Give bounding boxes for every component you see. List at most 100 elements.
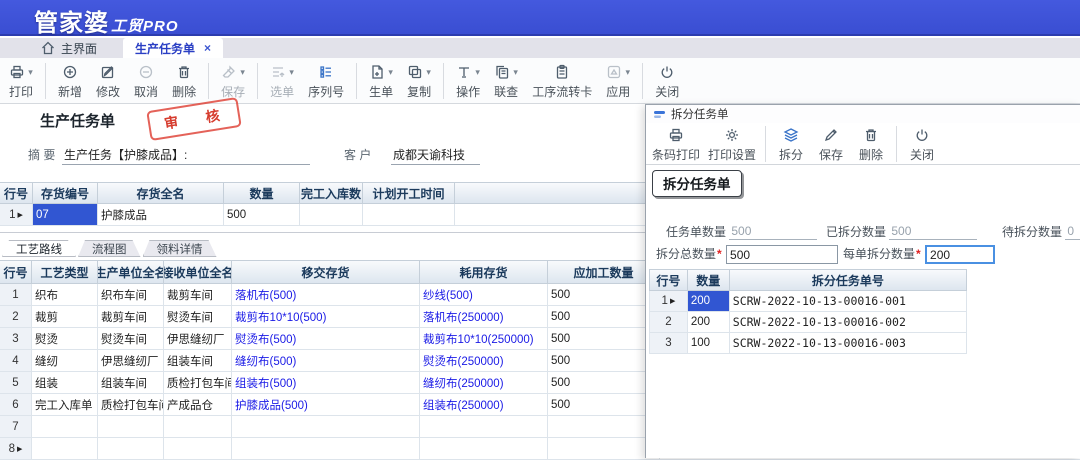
per-order-input[interactable] bbox=[925, 245, 995, 264]
row-selector[interactable]: 7 bbox=[0, 416, 32, 437]
modify-button[interactable]: 修改 bbox=[89, 61, 127, 101]
done-qty-cell[interactable] bbox=[300, 204, 363, 225]
receiver-cell[interactable] bbox=[164, 416, 232, 437]
producer-cell[interactable]: 伊思缝纫厂 bbox=[98, 350, 164, 371]
item-code-cell[interactable]: 07 bbox=[33, 204, 98, 225]
consume-cell[interactable] bbox=[420, 416, 548, 437]
print-settings-button[interactable]: 打印设置 bbox=[704, 124, 760, 164]
producer-cell[interactable]: 熨烫车间 bbox=[98, 328, 164, 349]
barcode-print-button[interactable]: 条码打印 bbox=[648, 124, 704, 164]
row-selector[interactable]: 2 bbox=[650, 312, 688, 332]
consume-link[interactable]: 纱线(500) bbox=[420, 284, 548, 305]
row-selector[interactable]: 1 bbox=[0, 284, 32, 305]
close-button[interactable]: 关闭 bbox=[648, 61, 686, 101]
item-name-cell[interactable]: 护膝成品 bbox=[98, 204, 224, 225]
generate-order-button[interactable]: ▾ 生单 bbox=[362, 61, 400, 101]
row-selector[interactable]: 1▶ bbox=[650, 291, 688, 311]
customer-field[interactable]: 成都天谕科技 bbox=[391, 146, 480, 165]
row-selector[interactable]: 3 bbox=[0, 328, 32, 349]
transfer-link[interactable]: 裁剪布10*10(500) bbox=[232, 306, 420, 327]
chevron-down-icon[interactable]: ▾ bbox=[240, 67, 245, 77]
row-selector[interactable]: 6 bbox=[0, 394, 32, 415]
tab-material-detail[interactable]: 领料详情 bbox=[143, 240, 217, 257]
tab-production-task[interactable]: 生产任务单 × bbox=[123, 38, 223, 58]
row-selector[interactable]: 4 bbox=[0, 350, 32, 371]
process-qty-cell[interactable]: 500 bbox=[548, 350, 660, 371]
process-qty-cell[interactable]: 500 bbox=[548, 394, 660, 415]
chevron-down-icon[interactable]: ▾ bbox=[388, 67, 393, 77]
receiver-cell[interactable]: 质检打包车间 bbox=[164, 372, 232, 393]
process-card-button[interactable]: 工序流转卡 bbox=[525, 61, 599, 101]
tab-flow-chart[interactable]: 流程图 bbox=[78, 240, 141, 257]
split-qty-cell[interactable]: 200 bbox=[688, 291, 730, 311]
transfer-link[interactable]: 熨烫布(500) bbox=[232, 328, 420, 349]
producer-cell[interactable]: 质检打包车间 bbox=[98, 394, 164, 415]
close-tab-icon[interactable]: × bbox=[204, 41, 211, 55]
cancel-button[interactable]: 取消 bbox=[127, 61, 165, 101]
receiver-cell[interactable]: 伊思缝纫厂 bbox=[164, 328, 232, 349]
process-type-cell[interactable]: 织布 bbox=[32, 284, 98, 305]
plan-start-cell[interactable] bbox=[363, 204, 455, 225]
transfer-link[interactable]: 落机布(500) bbox=[232, 284, 420, 305]
split-button[interactable]: 拆分 bbox=[771, 124, 811, 164]
process-qty-cell[interactable] bbox=[548, 416, 660, 437]
process-type-cell[interactable]: 裁剪 bbox=[32, 306, 98, 327]
close-button[interactable]: 关闭 bbox=[902, 124, 942, 164]
split-order-no-cell[interactable]: SCRW-2022-10-13-00016-003 bbox=[730, 333, 967, 353]
split-order-no-cell[interactable]: SCRW-2022-10-13-00016-001 bbox=[730, 291, 967, 311]
producer-cell[interactable]: 裁剪车间 bbox=[98, 306, 164, 327]
producer-cell[interactable] bbox=[98, 416, 164, 437]
receiver-cell[interactable]: 裁剪车间 bbox=[164, 284, 232, 305]
process-qty-cell[interactable]: 500 bbox=[548, 284, 660, 305]
transfer-link[interactable]: 缝纫布(500) bbox=[232, 350, 420, 371]
add-button[interactable]: 新增 bbox=[51, 61, 89, 101]
row-selector[interactable]: 8▶ bbox=[0, 438, 32, 459]
receiver-cell[interactable]: 组装车间 bbox=[164, 350, 232, 371]
consume-link[interactable]: 缝纫布(250000) bbox=[420, 372, 548, 393]
process-type-cell[interactable] bbox=[32, 438, 98, 459]
transfer-cell[interactable] bbox=[232, 416, 420, 437]
operate-button[interactable]: ▾ 操作 bbox=[449, 61, 487, 101]
qty-cell[interactable]: 500 bbox=[224, 204, 300, 225]
transfer-cell[interactable] bbox=[232, 438, 420, 459]
pick-list-button[interactable]: ▾ 选单 bbox=[263, 61, 301, 101]
row-selector[interactable]: 5 bbox=[0, 372, 32, 393]
chevron-down-icon[interactable]: ▾ bbox=[28, 67, 33, 77]
save-button[interactable]: 保存 bbox=[811, 124, 851, 164]
chevron-down-icon[interactable]: ▾ bbox=[513, 67, 518, 77]
producer-cell[interactable] bbox=[98, 438, 164, 459]
process-qty-cell[interactable] bbox=[548, 438, 660, 459]
serial-number-button[interactable]: 序列号 bbox=[301, 61, 351, 101]
process-type-cell[interactable] bbox=[32, 416, 98, 437]
row-selector[interactable]: 3 bbox=[650, 333, 688, 353]
print-button[interactable]: ▾ 打印 bbox=[2, 61, 40, 101]
process-type-cell[interactable]: 组装 bbox=[32, 372, 98, 393]
summary-field[interactable]: 生产任务【护膝成品】: bbox=[62, 146, 310, 165]
tab-process-route[interactable]: 工艺路线 bbox=[2, 240, 76, 257]
producer-cell[interactable]: 组装车间 bbox=[98, 372, 164, 393]
row-selector[interactable]: 1▶ bbox=[0, 204, 33, 225]
receiver-cell[interactable] bbox=[164, 438, 232, 459]
linked-query-button[interactable]: ▾ 联查 bbox=[487, 61, 525, 101]
save-button[interactable]: ▾ 保存 bbox=[214, 61, 252, 101]
consume-link[interactable]: 落机布(250000) bbox=[420, 306, 548, 327]
transfer-link[interactable]: 护膝成品(500) bbox=[232, 394, 420, 415]
split-total-input[interactable] bbox=[726, 245, 838, 264]
chevron-down-icon[interactable]: ▾ bbox=[625, 67, 630, 77]
consume-link[interactable]: 组装布(250000) bbox=[420, 394, 548, 415]
consume-cell[interactable] bbox=[420, 438, 548, 459]
row-selector[interactable]: 2 bbox=[0, 306, 32, 327]
consume-link[interactable]: 熨烫布(250000) bbox=[420, 350, 548, 371]
delete-button[interactable]: 删除 bbox=[165, 61, 203, 101]
receiver-cell[interactable]: 熨烫车间 bbox=[164, 306, 232, 327]
chevron-down-icon[interactable]: ▾ bbox=[475, 67, 480, 77]
process-type-cell[interactable]: 熨烫 bbox=[32, 328, 98, 349]
process-type-cell[interactable]: 缝纫 bbox=[32, 350, 98, 371]
transfer-link[interactable]: 组装布(500) bbox=[232, 372, 420, 393]
chevron-down-icon[interactable]: ▾ bbox=[426, 67, 431, 77]
split-order-no-cell[interactable]: SCRW-2022-10-13-00016-002 bbox=[730, 312, 967, 332]
process-qty-cell[interactable]: 500 bbox=[548, 372, 660, 393]
apply-button[interactable]: ▾ 应用 bbox=[599, 61, 637, 101]
producer-cell[interactable]: 织布车间 bbox=[98, 284, 164, 305]
consume-link[interactable]: 裁剪布10*10(250000) bbox=[420, 328, 548, 349]
